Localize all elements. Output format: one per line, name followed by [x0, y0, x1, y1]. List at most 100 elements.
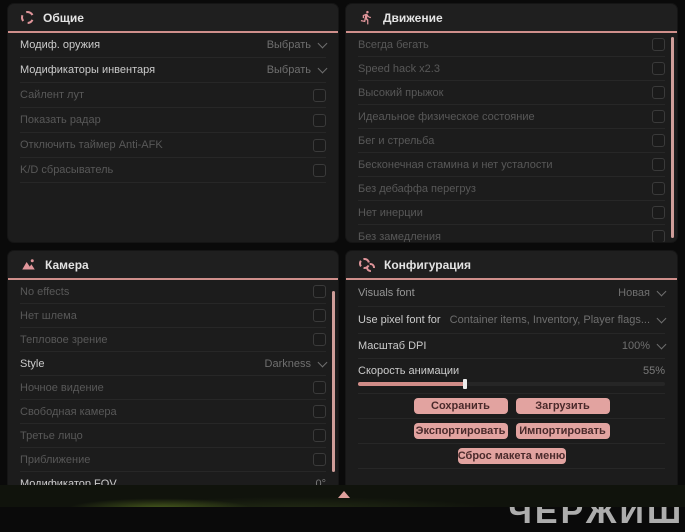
setting-label: Visuals font: [358, 287, 415, 299]
setting-row: Сайлент лут: [20, 83, 326, 108]
slider-fill: [358, 379, 468, 389]
setting-row: Отключить таймер Anti-AFK: [20, 133, 326, 158]
visuals-font-dropdown[interactable]: Новая: [618, 286, 667, 299]
setting-row: Третье лицо: [20, 424, 326, 448]
setting-row: K/D сбрасыватель: [20, 158, 326, 183]
setting-label: Модиф. оружия: [20, 39, 101, 51]
setting-row: Нет шлема: [20, 304, 326, 328]
setting-label: Ночное видение: [20, 381, 104, 394]
export-button[interactable]: Экспортировать: [413, 423, 508, 439]
dropdown-value: Darkness: [264, 357, 311, 370]
setting-row: Всегда бегать: [358, 33, 665, 57]
chevron-down-icon: [656, 313, 667, 324]
setting-label: Бесконечная стамина и нет усталости: [358, 158, 553, 171]
cursor-triangle-icon: [338, 491, 350, 498]
checkbox[interactable]: [652, 86, 665, 99]
chevron-down-icon: [656, 339, 667, 350]
setting-label: Модификаторы инвентаря: [20, 64, 156, 76]
panel-title: Конфигурация: [384, 257, 472, 272]
checkbox[interactable]: [313, 88, 326, 102]
checkbox[interactable]: [313, 285, 326, 298]
checkbox[interactable]: [313, 381, 326, 394]
reset-layout-button[interactable]: Сброс макета меню: [457, 448, 566, 464]
panel-config: Конфигурация Visuals font Новая Use pixe…: [346, 251, 677, 490]
checkbox[interactable]: [313, 138, 326, 152]
checkbox[interactable]: [652, 158, 665, 171]
dropdown-value: 100%: [621, 340, 650, 352]
setting-row: Бесконечная стамина и нет усталости: [358, 153, 665, 177]
checkbox[interactable]: [313, 429, 326, 442]
gear-icon: [21, 11, 34, 24]
checkbox[interactable]: [652, 110, 665, 123]
pixel-font-dropdown[interactable]: Container items, Inventory, Player flags…: [449, 313, 667, 326]
setting-label: Масштаб DPI: [358, 340, 427, 352]
setting-label: Показать радар: [20, 114, 101, 126]
dropdown-value: Container items, Inventory, Player flags…: [449, 314, 650, 326]
setting-row: Ночное видение: [20, 376, 326, 400]
setting-row: Показать радар: [20, 108, 326, 133]
setting-row: Без дебаффа перегруз: [358, 177, 665, 201]
checkbox[interactable]: [652, 38, 665, 51]
load-button[interactable]: Загрузить: [515, 398, 610, 414]
panel-title: Камера: [45, 257, 89, 272]
setting-row: Visuals font Новая: [358, 280, 667, 307]
checkbox[interactable]: [652, 206, 665, 219]
checkbox[interactable]: [313, 309, 326, 322]
setting-label: Тепловое зрение: [20, 333, 108, 346]
setting-label: K/D сбрасыватель: [20, 164, 114, 176]
dropdown-value: Выбрать: [266, 39, 311, 51]
setting-label: Speed hack x2.3: [358, 62, 440, 75]
style-dropdown[interactable]: Darkness: [264, 357, 328, 370]
setting-row: Высокий прыжок: [358, 81, 665, 105]
setting-label: Без дебаффа перегруз: [358, 182, 476, 195]
save-button[interactable]: Сохранить: [413, 398, 508, 414]
dpi-scale-dropdown[interactable]: 100%: [621, 339, 667, 352]
chevron-down-icon: [317, 38, 328, 49]
checkbox[interactable]: [652, 182, 665, 195]
weapon-mod-dropdown[interactable]: Выбрать: [266, 38, 328, 51]
image-icon: [22, 259, 35, 270]
setting-label: Style: [20, 357, 45, 370]
slider-handle[interactable]: [463, 379, 468, 389]
panel-general-header[interactable]: Общие: [8, 4, 338, 33]
checkbox[interactable]: [652, 230, 665, 242]
setting-row: Use pixel font for Container items, Inve…: [358, 307, 667, 334]
animation-speed-slider[interactable]: [358, 379, 665, 389]
panel-camera-header[interactable]: Камера: [8, 251, 338, 280]
checkbox[interactable]: [652, 62, 665, 75]
chevron-down-icon: [656, 286, 667, 297]
panel-movement-header[interactable]: Движение: [346, 4, 677, 33]
checkbox[interactable]: [313, 333, 326, 346]
animation-speed-value: 55%: [642, 365, 665, 377]
setting-row: Скорость анимации 55%: [358, 359, 665, 394]
setting-label: Высокий прыжок: [358, 86, 444, 99]
scrollbar[interactable]: [671, 37, 674, 238]
button-row: Сброс макета меню: [358, 444, 665, 469]
inventory-mods-dropdown[interactable]: Выбрать: [267, 63, 328, 76]
checkbox[interactable]: [313, 163, 326, 177]
scrollbar[interactable]: [332, 291, 335, 472]
setting-label: Приближение: [20, 453, 91, 466]
panel-config-header[interactable]: Конфигурация: [346, 251, 677, 280]
checkbox[interactable]: [652, 134, 665, 147]
setting-label: Без замедления: [358, 230, 441, 243]
setting-row: Style Darkness: [20, 352, 328, 376]
panel-title: Движение: [383, 10, 443, 25]
import-button[interactable]: Импортировать: [515, 423, 610, 439]
setting-row: Модификаторы инвентаря Выбрать: [20, 58, 328, 83]
button-row: Экспортировать Импортировать: [358, 419, 665, 444]
movement-rows: Всегда бегать Speed hack x2.3 Высокий пр…: [346, 33, 677, 242]
checkbox[interactable]: [313, 453, 326, 466]
setting-label: No effects: [20, 285, 70, 298]
panel-general: Общие Модиф. оружия Выбрать Модификаторы…: [8, 4, 338, 242]
setting-label: Скорость анимации: [358, 365, 460, 377]
setting-row: Без замедления: [358, 225, 665, 242]
checkbox[interactable]: [313, 405, 326, 418]
setting-label: Бег и стрельба: [358, 134, 435, 147]
config-rows: Visuals font Новая Use pixel font for Co…: [346, 280, 677, 490]
panel-camera: Камера No effects Нет шлема Тепловое зре…: [8, 251, 338, 490]
setting-row: Приближение: [20, 448, 326, 472]
general-rows: Модиф. оружия Выбрать Модификаторы инвен…: [8, 33, 338, 183]
setting-row: Идеальное физическое состояние: [358, 105, 665, 129]
checkbox[interactable]: [313, 113, 326, 127]
